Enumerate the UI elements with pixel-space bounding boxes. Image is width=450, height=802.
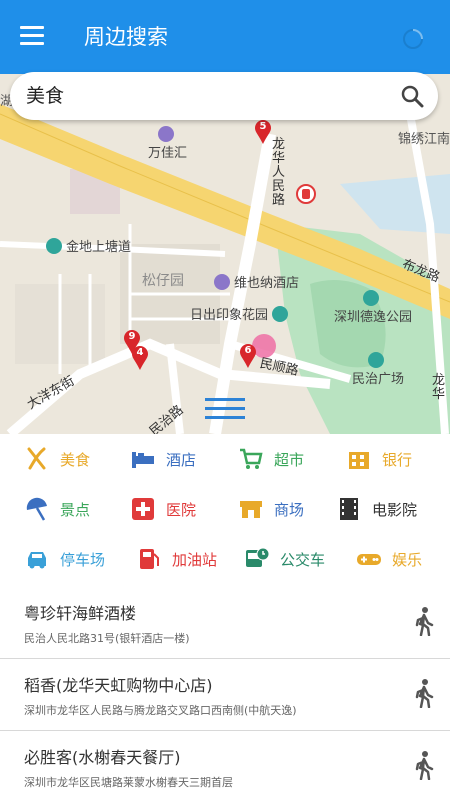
poi-deyi-park[interactable]: 深圳德逸公园: [334, 290, 412, 325]
road-label: 龙华人民路: [272, 137, 286, 208]
poi-weiyena-hotel[interactable]: 维也纳酒店: [214, 272, 299, 291]
category-hospital[interactable]: 医院: [130, 494, 196, 524]
search-bar[interactable]: 美食: [10, 72, 438, 120]
list-item[interactable]: 粤珍轩海鲜酒楼 民治人民北路31号(银轩酒店一楼): [0, 586, 450, 659]
category-entertainment[interactable]: 娱乐: [356, 544, 422, 574]
car-icon: [28, 552, 46, 569]
menu-icon[interactable]: [20, 26, 44, 46]
film-icon: [340, 498, 358, 520]
search-input[interactable]: 美食: [26, 84, 64, 108]
page-title: 周边搜索: [84, 25, 168, 49]
square-icon: [368, 352, 384, 368]
bus-icon: [246, 547, 270, 567]
category-grid: 美食 酒店 超市 银行 景点 医院 商场 电影院 停车场 加油站 公交车 娱乐: [0, 434, 450, 584]
place-name: 必胜客(水榭春天餐厅): [24, 748, 181, 767]
place-name: 稻香(龙华天虹购物中心店): [24, 676, 213, 695]
category-bank[interactable]: 银行: [346, 444, 412, 474]
park-icon: [363, 290, 379, 306]
category-bus[interactable]: 公交车: [244, 544, 325, 574]
area-label: 松仔园: [142, 273, 184, 289]
poi-minzhi-square[interactable]: 民治广场: [352, 352, 404, 387]
walk-icon[interactable]: [412, 750, 436, 780]
store-icon: [240, 501, 262, 518]
place-address: 民治人民北路31号(银轩酒店一楼): [24, 632, 190, 645]
residential-icon: [272, 305, 289, 322]
category-supermarket[interactable]: 超市: [238, 444, 304, 474]
road-label: 龙华: [432, 373, 446, 402]
map-label: 锦绣江南: [398, 132, 450, 147]
map-marker[interactable]: 5: [255, 120, 271, 144]
cart-icon: [240, 448, 263, 469]
walk-icon[interactable]: [412, 678, 436, 708]
list-item[interactable]: 稻香(龙华天虹购物中心店) 深圳市龙华区人民路与腾龙路交叉路口西南侧(中航天逸): [0, 658, 450, 731]
gamepad-icon: [357, 554, 381, 565]
poi-jindi[interactable]: 金地上塘道: [46, 236, 131, 255]
place-name: 粤珍轩海鲜酒楼: [24, 604, 137, 623]
category-cinema[interactable]: 电影院: [336, 494, 417, 524]
app-bar: 周边搜索: [0, 0, 450, 74]
place-address: 深圳市龙华区民塘路莱蒙水榭春天三期首层: [24, 776, 233, 789]
bed-icon: [132, 452, 154, 468]
hotel-icon: [214, 273, 230, 290]
map-marker[interactable]: 6: [240, 344, 256, 368]
category-hotel[interactable]: 酒店: [130, 444, 196, 474]
food-icon: [27, 447, 46, 470]
expand-list-handle-icon[interactable]: [205, 398, 245, 426]
category-gas-station[interactable]: 加油站: [136, 544, 217, 574]
search-icon[interactable]: [400, 84, 424, 108]
category-scenic[interactable]: 景点: [24, 494, 90, 524]
map-marker[interactable]: 4: [132, 346, 148, 370]
fuel-icon: [140, 549, 159, 569]
walk-icon[interactable]: [412, 606, 436, 636]
hospital-icon: [132, 498, 154, 520]
residential-icon: [46, 237, 62, 254]
bank-icon: [349, 452, 369, 469]
mall-icon: [157, 126, 174, 142]
loading-spinner-icon: [403, 29, 423, 49]
poi-richu[interactable]: 日出印象花园: [190, 304, 289, 323]
list-item[interactable]: 必胜客(水榭春天餐厅) 深圳市龙华区民塘路莱蒙水榭春天三期首层: [0, 730, 450, 802]
category-parking[interactable]: 停车场: [24, 544, 105, 574]
poi-wanjiahui[interactable]: 万佳汇: [148, 126, 187, 161]
category-mall[interactable]: 商场: [238, 494, 304, 524]
category-food[interactable]: 美食: [24, 444, 90, 474]
place-address: 深圳市龙华区人民路与腾龙路交叉路口西南侧(中航天逸): [24, 704, 297, 717]
umbrella-icon: [26, 497, 47, 521]
map-view[interactable]: 湖 锦绣江南 万佳汇 龙华人民路 布龙路 金地上塘道 松仔园 维也纳酒店 日出印…: [0, 74, 450, 434]
